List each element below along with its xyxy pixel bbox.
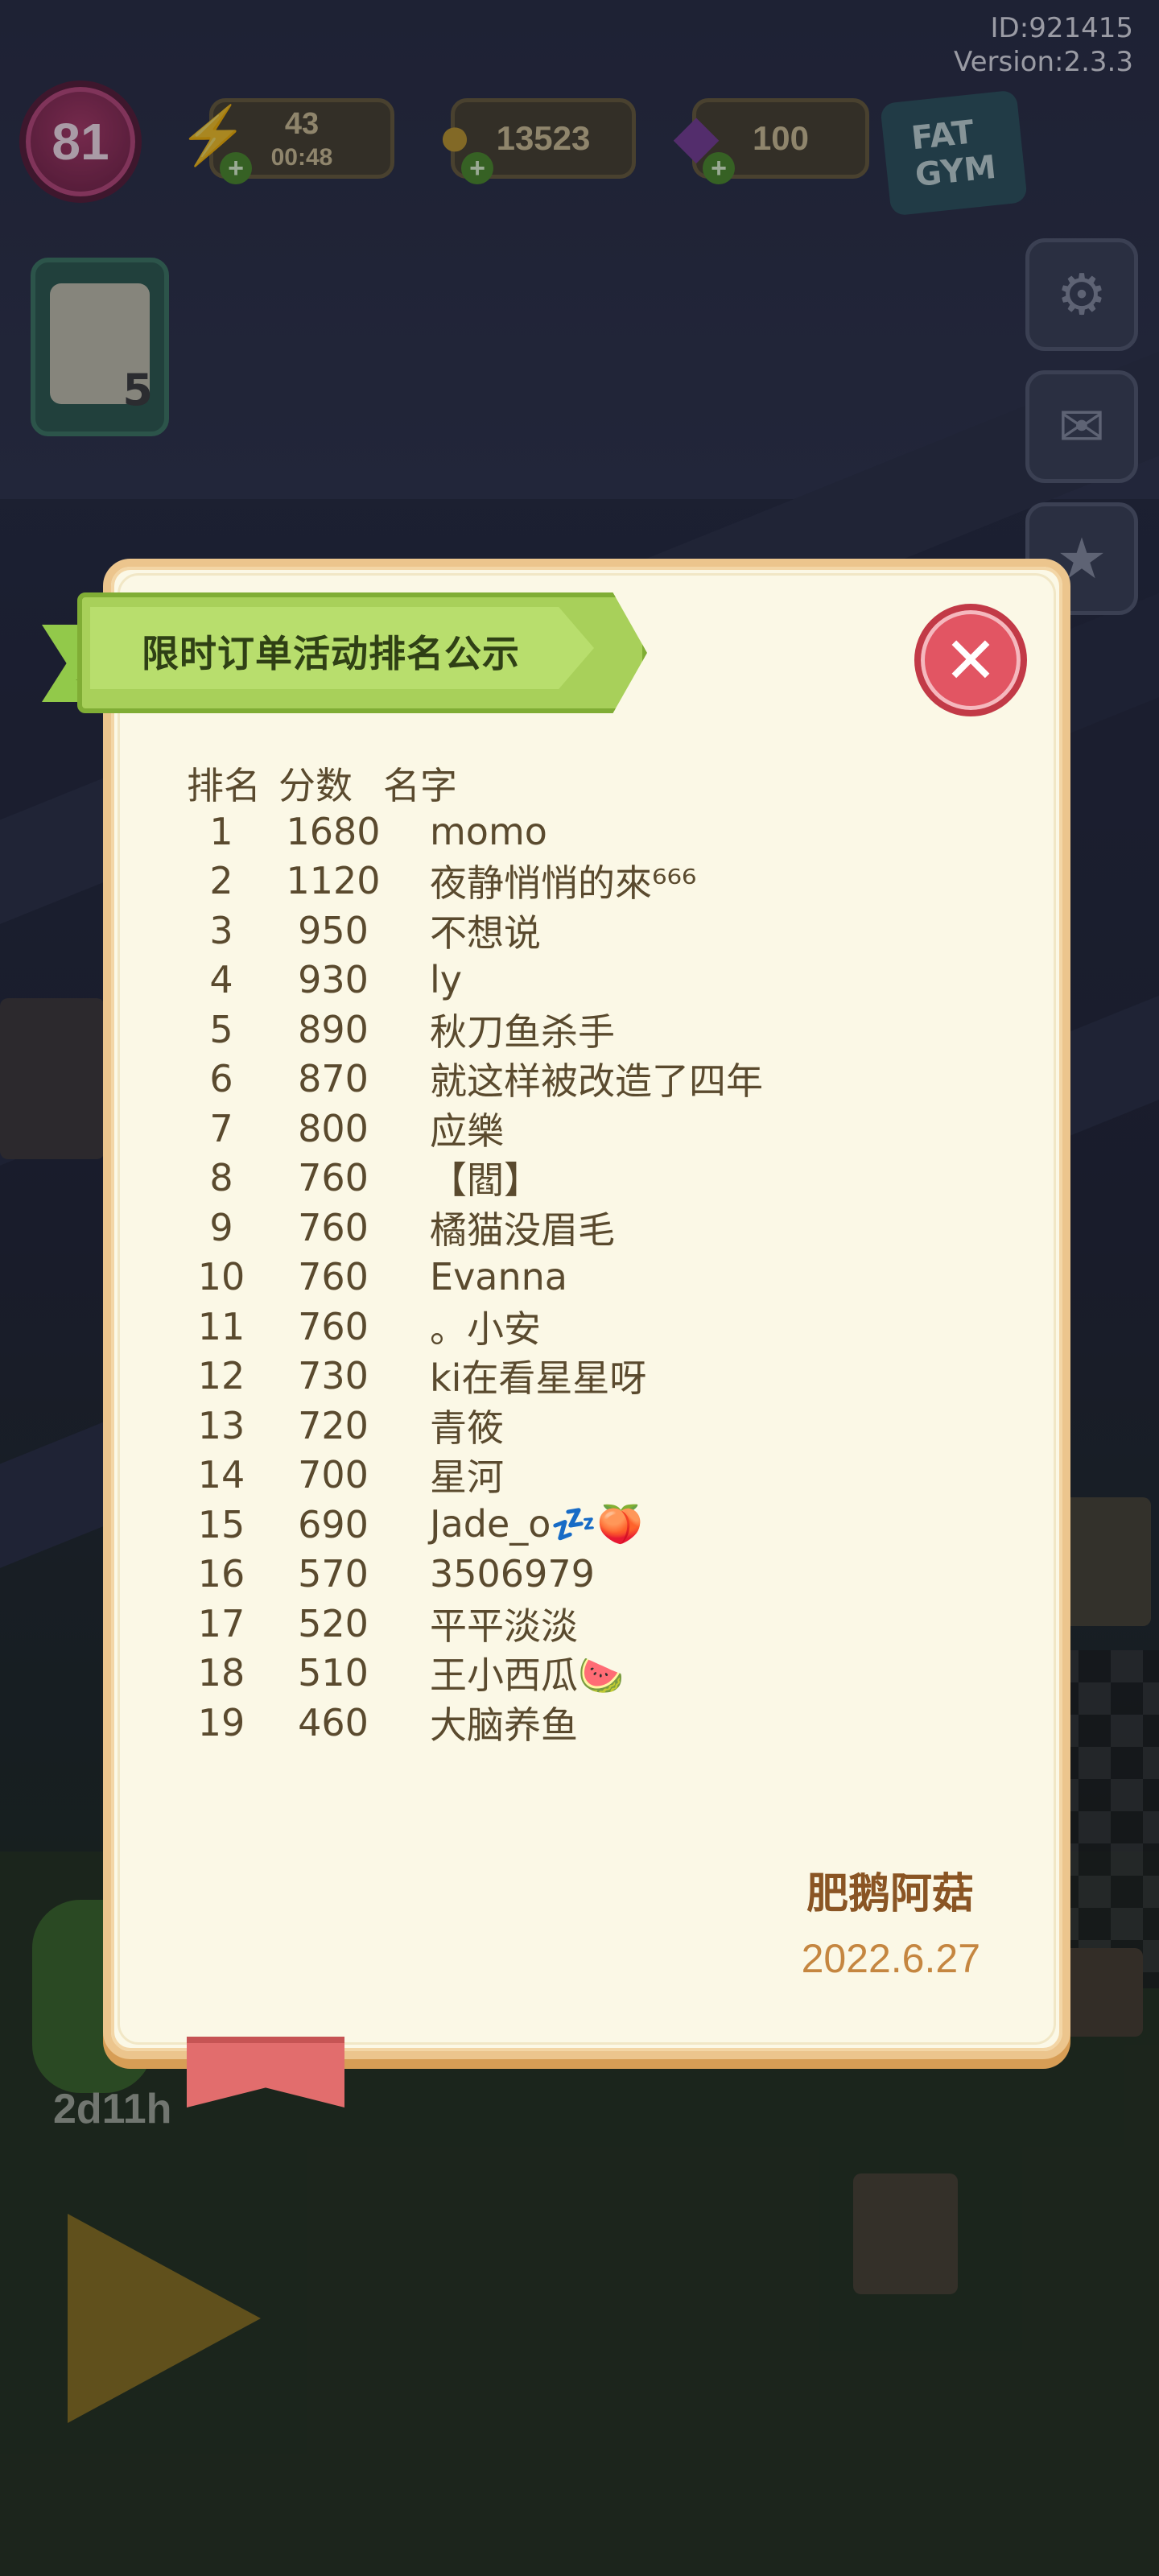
name-cell: 秋刀鱼杀手 <box>430 1009 615 1054</box>
table-row: 11 760 。小安 <box>174 1302 995 1352</box>
score-cell: 570 <box>298 1552 369 1596</box>
ranking-rows: 1 1680 momo 2 1120 夜静悄悄的來⁶⁶⁶ 3 950 不想说 4 930 ly 5 890… <box>174 807 995 1748</box>
name-cell: ki在看星星呀 <box>430 1356 647 1401</box>
name-cell: 。小安 <box>430 1307 541 1351</box>
score-cell: 520 <box>298 1601 369 1645</box>
score-cell: 800 <box>298 1106 369 1150</box>
score-cell: 1120 <box>286 859 381 903</box>
close-button[interactable]: ✕ <box>914 604 1027 716</box>
rank-cell: 19 <box>197 1700 245 1744</box>
ranking-list[interactable]: 排名 分数 名字 1 1680 momo 2 1120 夜静悄悄的來⁶⁶⁶ 3 950 不想说 4… <box>174 757 995 1759</box>
name-cell: 3506979 <box>430 1552 595 1596</box>
rank-cell: 16 <box>197 1552 245 1596</box>
score-cell: 930 <box>298 958 369 1002</box>
rank-cell: 11 <box>197 1304 245 1348</box>
name-cell: Jade_o💤🍑 <box>430 1502 643 1546</box>
table-row: 13 720 青筱 <box>174 1401 995 1451</box>
table-row: 9 760 橘猫没眉毛 <box>174 1203 995 1253</box>
name-cell: momo <box>430 809 547 853</box>
rank-cell: 10 <box>197 1255 245 1299</box>
rank-cell: 1 <box>209 809 233 853</box>
table-row: 5 890 秋刀鱼杀手 <box>174 1005 995 1055</box>
score-cell: 510 <box>298 1651 369 1695</box>
table-row: 8 760 【閻】 <box>174 1154 995 1203</box>
score-cell: 760 <box>298 1205 369 1249</box>
table-row: 7 800 应樂 <box>174 1104 995 1154</box>
score-cell: 730 <box>298 1354 369 1398</box>
table-row: 3 950 不想说 <box>174 906 995 956</box>
name-cell: 应樂 <box>430 1108 504 1153</box>
table-row: 14 700 星河 <box>174 1451 995 1501</box>
score-cell: 460 <box>298 1700 369 1744</box>
rank-cell: 9 <box>209 1205 233 1249</box>
score-cell: 760 <box>298 1255 369 1299</box>
rank-cell: 6 <box>209 1057 233 1101</box>
rank-cell: 4 <box>209 958 233 1002</box>
score-cell: 690 <box>298 1502 369 1546</box>
title-ribbon: 限时订单活动排名公示 <box>42 592 647 713</box>
table-row: 6 870 就这样被改造了四年 <box>174 1055 995 1104</box>
name-cell: Evanna <box>430 1255 567 1299</box>
rank-cell: 3 <box>209 908 233 952</box>
rank-cell: 8 <box>209 1156 233 1200</box>
name-header: 名字 <box>383 764 457 807</box>
rank-cell: 12 <box>197 1354 245 1398</box>
close-icon: ✕ <box>943 622 998 698</box>
rank-header: 排名 <box>187 764 261 807</box>
ranking-header: 排名 分数 名字 <box>174 757 995 807</box>
rank-cell: 2 <box>209 859 233 903</box>
name-cell: 就这样被改造了四年 <box>430 1059 763 1104</box>
table-row: 12 730 ki在看星星呀 <box>174 1352 995 1402</box>
table-row: 16 570 3506979 <box>174 1550 995 1600</box>
score-cell: 1680 <box>286 809 381 853</box>
rank-cell: 14 <box>197 1453 245 1497</box>
rank-cell: 18 <box>197 1651 245 1695</box>
table-row: 1 1680 momo <box>174 807 995 857</box>
name-cell: ly <box>430 958 463 1002</box>
name-cell: 大脑养鱼 <box>430 1703 578 1747</box>
rank-cell: 7 <box>209 1106 233 1150</box>
table-row: 19 460 大脑养鱼 <box>174 1698 995 1748</box>
table-row: 4 930 ly <box>174 956 995 1005</box>
name-cell: 夜静悄悄的來⁶⁶⁶ <box>430 861 697 906</box>
score-header: 分数 <box>278 764 353 807</box>
score-cell: 760 <box>298 1156 369 1200</box>
rank-cell: 15 <box>197 1502 245 1546</box>
table-row: 2 1120 夜静悄悄的來⁶⁶⁶ <box>174 857 995 906</box>
rank-cell: 13 <box>197 1403 245 1447</box>
name-cell: 青筱 <box>430 1406 504 1450</box>
name-cell: 王小西瓜🍉 <box>430 1653 625 1698</box>
name-cell: 不想说 <box>430 910 541 955</box>
score-cell: 760 <box>298 1304 369 1348</box>
name-cell: 【閻】 <box>430 1158 541 1203</box>
publish-date: 2022.6.27 <box>801 1936 980 1981</box>
score-cell: 720 <box>298 1403 369 1447</box>
modal-title: 限时订单活动排名公示 <box>142 632 520 675</box>
list-row-cut-off <box>174 1748 995 1760</box>
name-cell: 平平淡淡 <box>430 1604 578 1648</box>
score-cell: 890 <box>298 1007 369 1051</box>
rank-cell: 5 <box>209 1007 233 1051</box>
table-row: 17 520 平平淡淡 <box>174 1599 995 1649</box>
table-row: 15 690 Jade_o💤🍑 <box>174 1500 995 1550</box>
score-cell: 950 <box>298 908 369 952</box>
score-cell: 870 <box>298 1057 369 1101</box>
name-cell: 橘猫没眉毛 <box>430 1208 615 1252</box>
table-row: 10 760 Evanna <box>174 1253 995 1302</box>
signature: 肥鹅阿菇 <box>806 1870 974 1918</box>
rank-cell: 17 <box>197 1601 245 1645</box>
table-row: 18 510 王小西瓜🍉 <box>174 1649 995 1699</box>
name-cell: 星河 <box>430 1455 504 1500</box>
score-cell: 700 <box>298 1453 369 1497</box>
